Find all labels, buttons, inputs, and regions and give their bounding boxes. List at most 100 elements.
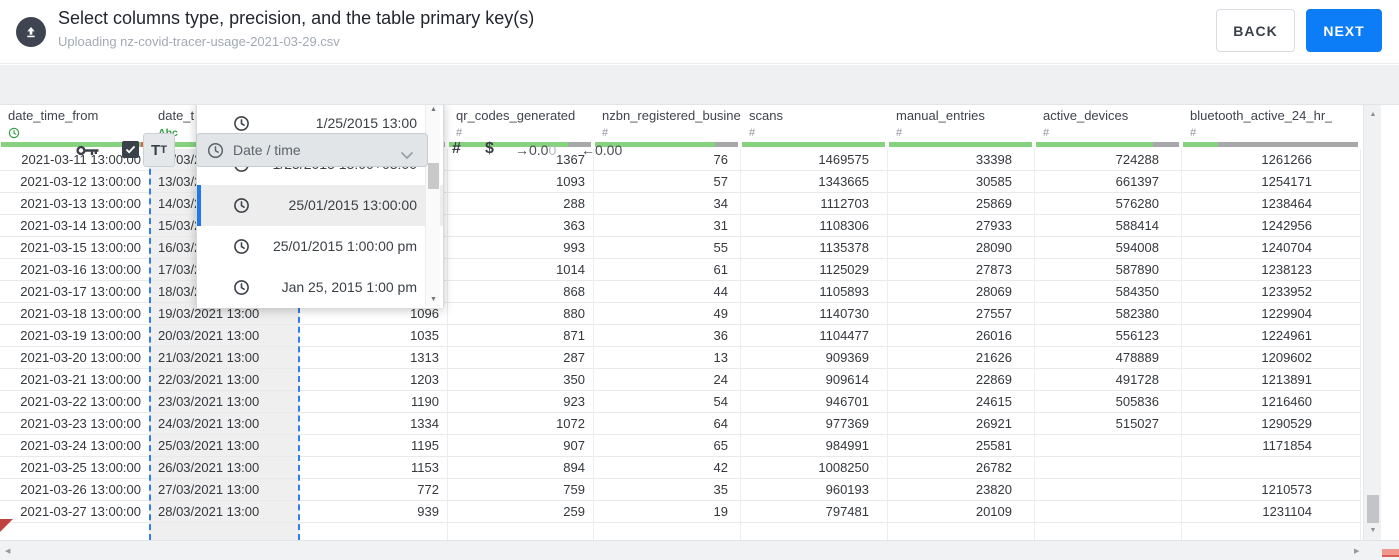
- table-cell[interactable]: 24: [594, 369, 741, 391]
- table-cell[interactable]: 2021-03-19 13:00:00: [0, 325, 150, 347]
- table-cell[interactable]: 993: [448, 237, 594, 259]
- table-cell[interactable]: 35: [594, 479, 741, 501]
- table-cell[interactable]: 584350: [1035, 281, 1182, 303]
- table-cell[interactable]: 797481: [741, 501, 888, 523]
- back-button[interactable]: BACK: [1216, 9, 1295, 52]
- table-cell[interactable]: [1035, 435, 1182, 457]
- table-cell[interactable]: 1334: [299, 413, 448, 435]
- table-cell[interactable]: 22/03/2021 13:00: [150, 369, 299, 391]
- table-cell[interactable]: 2021-03-24 13:00:00: [0, 435, 150, 457]
- table-cell[interactable]: 960193: [741, 479, 888, 501]
- table-cell[interactable]: 1171854: [1182, 435, 1361, 457]
- table-cell[interactable]: 594008: [1035, 237, 1182, 259]
- table-cell[interactable]: 64: [594, 413, 741, 435]
- table-cell[interactable]: [741, 523, 888, 540]
- table-cell[interactable]: 1093: [448, 171, 594, 193]
- table-cell[interactable]: 13: [594, 347, 741, 369]
- table-cell[interactable]: [150, 523, 299, 540]
- table-cell[interactable]: 21626: [888, 347, 1035, 369]
- table-cell[interactable]: [299, 523, 448, 540]
- format-option-selected[interactable]: 25/01/2015 13:00:00: [197, 185, 443, 226]
- table-cell[interactable]: 556123: [1035, 325, 1182, 347]
- table-cell[interactable]: [888, 523, 1035, 540]
- table-cell[interactable]: [1035, 479, 1182, 501]
- table-cell[interactable]: 54: [594, 391, 741, 413]
- table-cell[interactable]: 49: [594, 303, 741, 325]
- table-cell[interactable]: 28069: [888, 281, 1035, 303]
- table-cell[interactable]: 2021-03-21 13:00:00: [0, 369, 150, 391]
- table-cell[interactable]: 2021-03-23 13:00:00: [0, 413, 150, 435]
- table-cell[interactable]: 350: [448, 369, 594, 391]
- scroll-down-arrow-icon[interactable]: ▼: [1364, 527, 1382, 534]
- table-cell[interactable]: 20109: [888, 501, 1035, 523]
- table-cell[interactable]: 1108306: [741, 215, 888, 237]
- table-cell[interactable]: 1290529: [1182, 413, 1361, 435]
- table-cell[interactable]: 23/03/2021 13:00: [150, 391, 299, 413]
- column-header-manual_entries[interactable]: manual_entries #: [888, 105, 1035, 149]
- table-cell[interactable]: 25581: [888, 435, 1035, 457]
- table-cell[interactable]: 34: [594, 193, 741, 215]
- table-cell[interactable]: 661397: [1035, 171, 1182, 193]
- table-cell[interactable]: 582380: [1035, 303, 1182, 325]
- table-cell[interactable]: 21/03/2021 13:00: [150, 347, 299, 369]
- table-cell[interactable]: 939: [299, 501, 448, 523]
- table-cell[interactable]: [1182, 457, 1361, 479]
- table-cell[interactable]: 1112703: [741, 193, 888, 215]
- table-cell[interactable]: 26/03/2021 13:00: [150, 457, 299, 479]
- dropdown-scrollbar[interactable]: ▲ ▼: [425, 103, 440, 306]
- table-cell[interactable]: 1190: [299, 391, 448, 413]
- table-cell[interactable]: 25/03/2021 13:00: [150, 435, 299, 457]
- column-header-active_devices[interactable]: active_devices #: [1035, 105, 1182, 149]
- table-cell[interactable]: 31: [594, 215, 741, 237]
- table-cell[interactable]: 871: [448, 325, 594, 347]
- table-cell[interactable]: 22869: [888, 369, 1035, 391]
- table-cell[interactable]: 1125029: [741, 259, 888, 281]
- table-cell[interactable]: 28090: [888, 237, 1035, 259]
- table-cell[interactable]: 1008250: [741, 457, 888, 479]
- table-cell[interactable]: 2021-03-13 13:00:00: [0, 193, 150, 215]
- table-cell[interactable]: 363: [448, 215, 594, 237]
- boolean-type-checkbox[interactable]: [122, 141, 139, 158]
- horizontal-scrollbar[interactable]: ◀ ▶: [0, 540, 1399, 560]
- table-cell[interactable]: 23820: [888, 479, 1035, 501]
- scroll-down-arrow-icon[interactable]: ▼: [426, 296, 441, 303]
- table-cell[interactable]: 2021-03-26 13:00:00: [0, 479, 150, 501]
- table-cell[interactable]: 287: [448, 347, 594, 369]
- table-cell[interactable]: 2021-03-17 13:00:00: [0, 281, 150, 303]
- table-cell[interactable]: 772: [299, 479, 448, 501]
- table-cell[interactable]: 1313: [299, 347, 448, 369]
- table-cell[interactable]: 61: [594, 259, 741, 281]
- table-cell[interactable]: 1231104: [1182, 501, 1361, 523]
- table-cell[interactable]: 1254171: [1182, 171, 1361, 193]
- table-cell[interactable]: 2021-03-27 13:00:00: [0, 501, 150, 523]
- table-cell[interactable]: 2021-03-22 13:00:00: [0, 391, 150, 413]
- table-cell[interactable]: 28/03/2021 13:00: [150, 501, 299, 523]
- table-cell[interactable]: 26016: [888, 325, 1035, 347]
- table-cell[interactable]: 2021-03-12 13:00:00: [0, 171, 150, 193]
- table-cell[interactable]: 2021-03-14 13:00:00: [0, 215, 150, 237]
- number-type-button[interactable]: #: [452, 140, 461, 158]
- table-cell[interactable]: 26921: [888, 413, 1035, 435]
- scroll-left-arrow-icon[interactable]: ◀: [5, 547, 10, 555]
- table-cell[interactable]: 57: [594, 171, 741, 193]
- table-cell[interactable]: 1261266: [1182, 149, 1361, 171]
- table-cell[interactable]: 65: [594, 435, 741, 457]
- table-cell[interactable]: 27557: [888, 303, 1035, 325]
- primary-key-icon[interactable]: [76, 144, 100, 162]
- table-cell[interactable]: 25869: [888, 193, 1035, 215]
- table-cell[interactable]: [1182, 523, 1361, 540]
- table-cell[interactable]: 2021-03-20 13:00:00: [0, 347, 150, 369]
- table-cell[interactable]: 1240704: [1182, 237, 1361, 259]
- table-cell[interactable]: 515027: [1035, 413, 1182, 435]
- vertical-scrollbar[interactable]: ▲ ▼: [1363, 105, 1381, 540]
- table-cell[interactable]: 259: [448, 501, 594, 523]
- table-cell[interactable]: 576280: [1035, 193, 1182, 215]
- table-cell[interactable]: 44: [594, 281, 741, 303]
- table-cell[interactable]: 724288: [1035, 149, 1182, 171]
- table-cell[interactable]: 27933: [888, 215, 1035, 237]
- scroll-up-arrow-icon[interactable]: ▲: [1364, 111, 1382, 118]
- table-cell[interactable]: 909369: [741, 347, 888, 369]
- table-cell[interactable]: [0, 523, 150, 540]
- table-cell[interactable]: 1153: [299, 457, 448, 479]
- table-cell[interactable]: 909614: [741, 369, 888, 391]
